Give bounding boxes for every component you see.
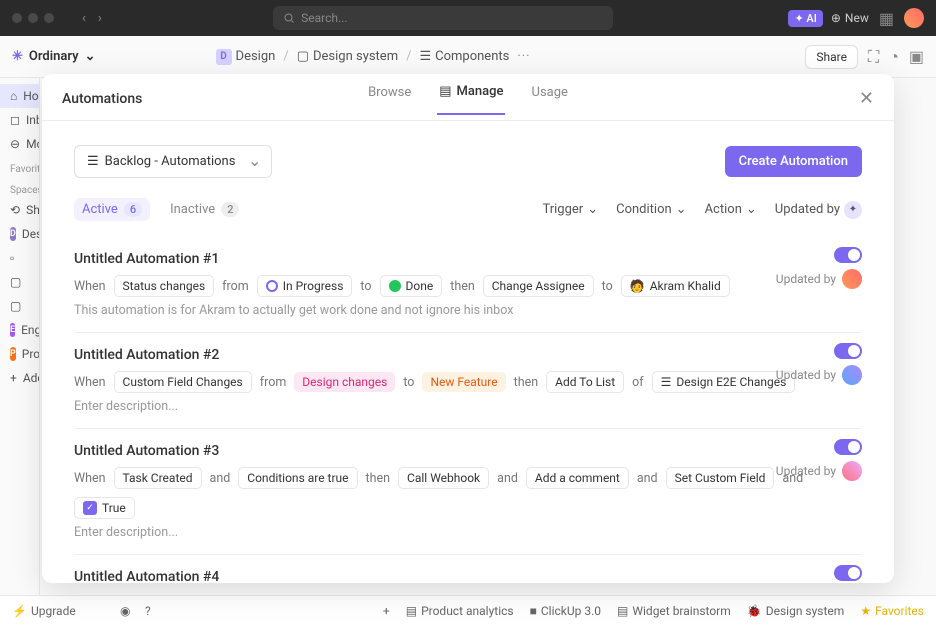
automation-title: Untitled Automation #2 (74, 347, 862, 363)
trigger-token[interactable]: Custom Field Changes (114, 371, 252, 393)
help-icon[interactable]: ? (145, 604, 151, 618)
action-token[interactable]: Call Webhook (398, 467, 489, 489)
new-button[interactable]: ⊕ New (831, 11, 869, 25)
filter-action[interactable]: Action ⌄ (705, 202, 757, 217)
sidebar-heading-favorites: Favorites (0, 156, 39, 177)
footer-ds[interactable]: 🐞 Design system (747, 604, 845, 618)
automation-toggle[interactable] (834, 247, 862, 263)
user-token[interactable]: 🧑 Akram Khalid (621, 275, 730, 297)
sidebar-add-space[interactable]: + Add Space (0, 366, 39, 390)
upgrade-button[interactable]: ⚡ Upgrade (12, 604, 76, 618)
updater-avatar (842, 365, 862, 385)
footer-plus[interactable]: + (383, 604, 390, 618)
automation-description: This automation is for Akram to actually… (74, 303, 862, 318)
user-avatar[interactable] (904, 8, 924, 28)
breadcrumb: DDesign / ▢ Design system / ☰ Components… (216, 49, 531, 65)
automation-toggle[interactable] (834, 439, 862, 455)
tab-manage[interactable]: ▤ Manage (437, 84, 505, 115)
status-token[interactable]: In Progress (257, 275, 353, 297)
app-topbar: ‹ › Search... ✦ AI ⊕ New ▦ (0, 0, 936, 36)
filter-updated-by[interactable]: Updated by ✦ (775, 201, 862, 219)
nav-forward[interactable]: › (94, 11, 106, 26)
action-token[interactable]: Set Custom Field (666, 467, 775, 489)
tab-usage[interactable]: Usage (530, 84, 570, 115)
modal-header: Automations Browse ▤ Manage Usage ✕ (42, 74, 894, 108)
search-icon (283, 12, 295, 24)
sidebar: ⌂ Home ◻ Inbox ⊖ More Favorites Spaces ⟲… (0, 78, 40, 595)
sidebar-design-space[interactable]: D Design (0, 222, 39, 246)
automations-modal: Automations Browse ▤ Manage Usage ✕ ☰ Ba… (42, 74, 894, 583)
footer-wb[interactable]: ▤ Widget brainstorm (617, 604, 731, 618)
sidebar-sub1[interactable]: ▫ (0, 246, 39, 270)
updater-avatar (842, 269, 862, 289)
cart-icon[interactable]: ⛶ (868, 47, 879, 67)
automation-toggle[interactable] (834, 565, 862, 581)
breadcrumb-more[interactable]: ··· (517, 49, 530, 64)
action-token[interactable]: Add To List (546, 371, 624, 393)
footer: ⚡ Upgrade + ▤ Product analytics ■ ClickU… (0, 595, 936, 625)
search-input[interactable]: Search... (273, 6, 613, 30)
automation-row[interactable]: Untitled Automation #2 When Custom Field… (74, 333, 862, 429)
location-select[interactable]: ☰ Backlog - Automations (74, 145, 272, 178)
list-token[interactable]: ☰ Design E2E Changes (652, 371, 796, 393)
bell-icon[interactable]: ◔ (889, 47, 899, 67)
filter-condition[interactable]: Condition ⌄ (616, 202, 686, 217)
action-token[interactable]: Change Assignee (483, 275, 594, 297)
modal-body: ☰ Backlog - Automations Create Automatio… (42, 121, 894, 583)
trigger-token[interactable]: Status changes (114, 275, 215, 297)
automation-title: Untitled Automation #4 (74, 569, 862, 583)
automation-row[interactable]: Untitled Automation #3 When Task Created… (74, 429, 862, 555)
create-automation-button[interactable]: Create Automation (725, 146, 862, 177)
automation-row[interactable]: Untitled Automation #4 When Status chang… (74, 555, 862, 583)
sidebar-home[interactable]: ⌂ Home (0, 84, 39, 108)
sparkle-icon: ✳ (12, 49, 23, 64)
footer-cu[interactable]: ■ ClickUp 3.0 (530, 604, 601, 618)
share-button[interactable]: Share (805, 45, 858, 69)
automation-description[interactable]: Enter description... (74, 399, 862, 414)
tag-token[interactable]: Design changes (294, 372, 395, 392)
automation-description[interactable]: Enter description... (74, 525, 862, 540)
breadcrumb-design[interactable]: DDesign (216, 49, 276, 65)
automation-title: Untitled Automation #1 (74, 251, 862, 267)
true-token[interactable]: ✓True (74, 497, 135, 519)
close-button[interactable]: ✕ (859, 90, 874, 108)
tag-token[interactable]: New Feature (422, 372, 505, 392)
filter-trigger[interactable]: Trigger ⌄ (542, 202, 598, 217)
workspace-switcher[interactable]: ✳ Ordinary ⌄ (12, 49, 96, 64)
automation-row[interactable]: Untitled Automation #1 When Status chang… (74, 237, 862, 333)
trigger-token[interactable]: Task Created (114, 467, 202, 489)
sidebar-sub2[interactable]: ▢ (0, 270, 39, 294)
sidebar-shared[interactable]: ⟲ Shared (0, 198, 39, 222)
ai-button[interactable]: ✦ AI (788, 10, 822, 27)
sidebar-more[interactable]: ⊖ More (0, 132, 39, 156)
filter-active[interactable]: Active 6 (74, 198, 150, 221)
footer-pa[interactable]: ▤ Product analytics (406, 604, 514, 618)
sidebar-eng-space[interactable]: E Engineering (0, 318, 39, 342)
sidebar-prod-space[interactable]: P Product (0, 342, 39, 366)
status-token[interactable]: Done (380, 275, 443, 297)
sidebar-inbox[interactable]: ◻ Inbox (0, 108, 39, 132)
automation-toggle[interactable] (834, 343, 862, 359)
apps-icon[interactable]: ▦ (879, 9, 894, 28)
automation-title: Untitled Automation #3 (74, 443, 862, 459)
sidebar-heading-spaces: Spaces (0, 177, 39, 198)
window-controls[interactable] (12, 13, 54, 23)
action-token[interactable]: Add a comment (526, 467, 629, 489)
tab-browse[interactable]: Browse (366, 84, 413, 115)
people-icon[interactable]: ◉ (120, 604, 130, 618)
breadcrumb-components[interactable]: ☰ Components (419, 49, 509, 64)
filter-inactive[interactable]: Inactive 2 (162, 198, 247, 221)
footer-fav[interactable]: ★ Favorites (860, 604, 924, 618)
sidebar-sub3[interactable]: ▢ (0, 294, 39, 318)
breadcrumb-design-system[interactable]: ▢ Design system (297, 49, 398, 64)
shield-icon[interactable]: ▣ (909, 47, 924, 67)
modal-title: Automations (62, 91, 142, 107)
list-icon: ☰ (87, 154, 99, 169)
workspace-bar: ✳ Ordinary ⌄ DDesign / ▢ Design system /… (0, 36, 936, 78)
condition-token[interactable]: Conditions are true (238, 467, 357, 489)
updater-avatar (842, 461, 862, 481)
nav-back[interactable]: ‹ (78, 11, 90, 26)
